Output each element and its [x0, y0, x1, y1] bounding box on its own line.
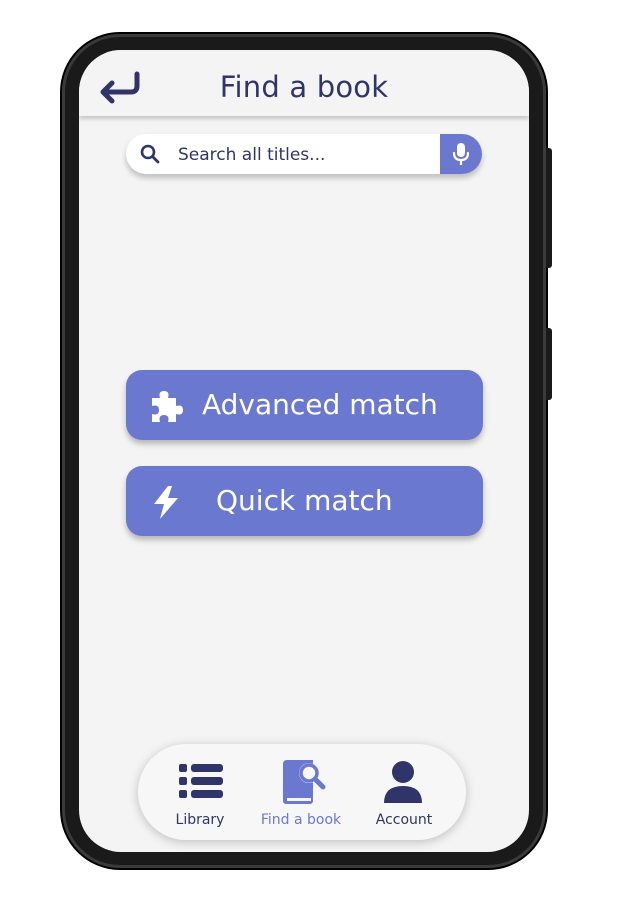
voice-search-button[interactable] — [440, 134, 482, 174]
quick-match-button[interactable]: Quick match — [126, 466, 483, 536]
nav-item-account[interactable]: Account — [354, 744, 454, 840]
app-screen: Find a book Advanced match Quick match — [79, 50, 529, 852]
search-input[interactable] — [176, 142, 430, 168]
nav-item-find-a-book[interactable]: Find a book — [251, 744, 351, 840]
nav-item-library[interactable]: Library — [150, 744, 250, 840]
top-bar: Find a book — [79, 50, 529, 116]
advanced-match-button[interactable]: Advanced match — [126, 370, 483, 440]
book-search-icon — [283, 760, 326, 804]
search-bar — [126, 134, 482, 174]
list-icon — [179, 764, 223, 798]
phone-side-button — [546, 148, 552, 268]
nav-label-library: Library — [175, 812, 225, 828]
advanced-match-label: Advanced match — [202, 388, 438, 421]
puzzle-icon — [152, 391, 183, 422]
search-icon — [140, 144, 160, 164]
bottom-navigation: Library Find a book Account — [138, 744, 466, 840]
person-icon — [384, 761, 422, 803]
microphone-icon — [452, 143, 470, 165]
phone-side-button — [546, 328, 552, 400]
lightning-icon — [154, 486, 178, 519]
nav-label-find-a-book: Find a book — [260, 812, 342, 828]
nav-label-account: Account — [375, 812, 433, 828]
page-title: Find a book — [219, 70, 389, 104]
quick-match-label: Quick match — [216, 484, 393, 517]
